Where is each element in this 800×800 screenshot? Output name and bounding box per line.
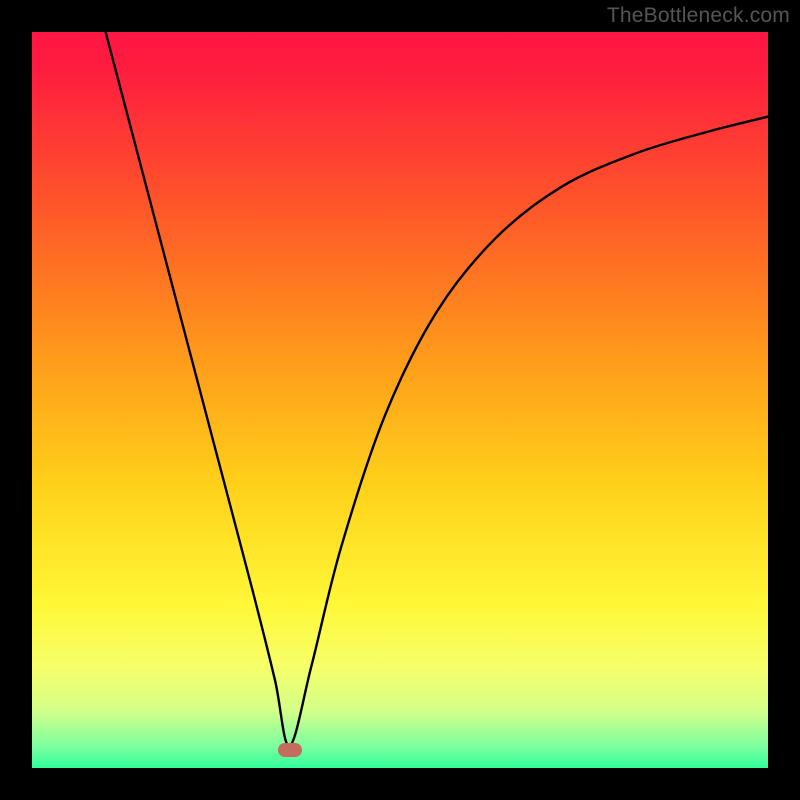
curve-layer (32, 32, 768, 768)
minimum-marker (278, 743, 302, 757)
watermark-text: TheBottleneck.com (607, 4, 790, 28)
bottleneck-curve (106, 32, 768, 746)
plot-area (32, 32, 768, 768)
chart-frame: TheBottleneck.com (0, 0, 800, 800)
